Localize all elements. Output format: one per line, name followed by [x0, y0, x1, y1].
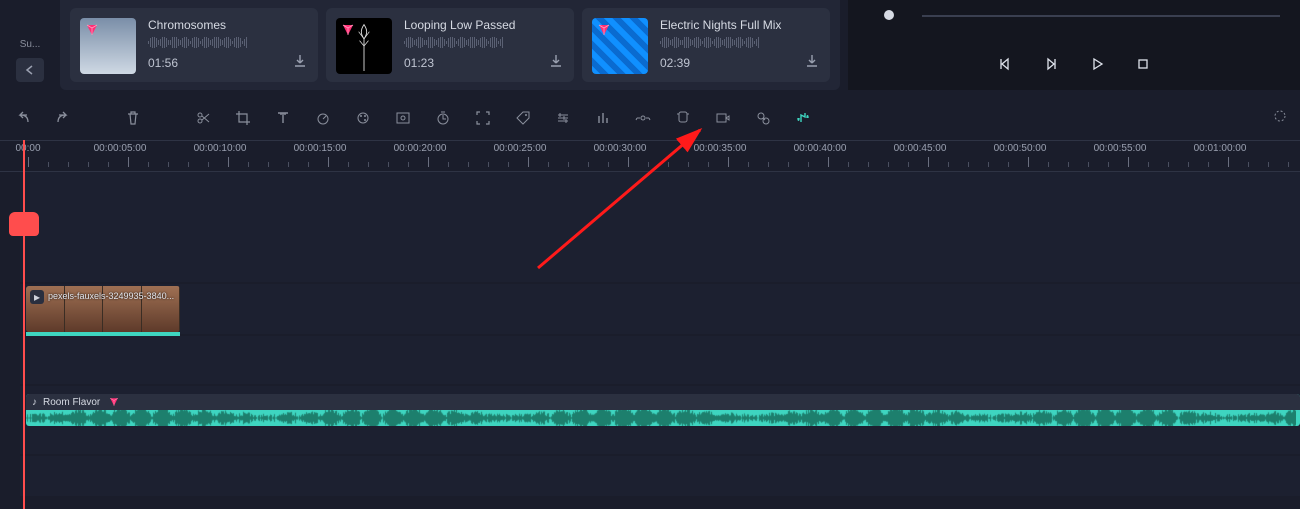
ruler-time-label: 00:00:30:00	[594, 143, 647, 154]
track-title: Chromosomes	[148, 18, 308, 32]
waveform-icon	[660, 36, 820, 50]
tag-icon[interactable]	[514, 109, 532, 127]
track-duration: 02:39	[660, 56, 690, 70]
speech-to-text-icon[interactable]	[674, 109, 692, 127]
play-forward-button[interactable]	[1043, 56, 1059, 75]
redo-icon[interactable]	[54, 109, 72, 127]
track-thumbnail	[80, 18, 136, 74]
ruler-time-label: 00:00:05:00	[94, 143, 147, 154]
step-back-button[interactable]	[997, 56, 1013, 75]
ruler-time-label: 00:00:15:00	[294, 143, 347, 154]
timeline-ruler[interactable]: 00:00 00:00:05:00 00:00:10:00 00:00:15:00 00…	[0, 140, 1300, 172]
diamond-icon	[106, 394, 122, 410]
green-screen-icon[interactable]	[394, 109, 412, 127]
ruler-time-label: 00:00	[15, 143, 40, 154]
track-lane-video[interactable]: ▸ pexels-fauxels-3249935-3840...	[20, 284, 1300, 334]
beat-detection-icon[interactable]	[794, 109, 812, 127]
back-button[interactable]	[16, 58, 44, 82]
audio-clip[interactable]: ♪ Room Flavor	[26, 394, 1300, 426]
diamond-icon	[596, 22, 612, 38]
timeline-tracks: ▸ pexels-fauxels-3249935-3840... ♪ Room …	[20, 172, 1300, 509]
video-clip-label: pexels-fauxels-3249935-3840...	[48, 291, 174, 301]
track-duration: 01:56	[148, 56, 178, 70]
ruler-time-label: 00:00:50:00	[994, 143, 1047, 154]
stop-button[interactable]	[1135, 56, 1151, 75]
music-library-row: Chromosomes 01:56 Looping Low Passed 01:23 E…	[60, 0, 840, 90]
diamond-icon	[84, 22, 100, 38]
undo-icon[interactable]	[14, 109, 32, 127]
ruler-time-label: 00:00:20:00	[394, 143, 447, 154]
track-duration: 01:23	[404, 56, 434, 70]
ruler-time-label: 00:00:40:00	[794, 143, 847, 154]
timer-icon[interactable]	[434, 109, 452, 127]
download-icon[interactable]	[548, 53, 564, 72]
diamond-icon	[340, 22, 356, 38]
timeline-toolbar	[0, 100, 1300, 136]
side-tab-label: Su...	[20, 39, 41, 50]
download-icon[interactable]	[292, 53, 308, 72]
equalizer-icon[interactable]	[594, 109, 612, 127]
track-lane-spacer[interactable]	[20, 336, 1300, 384]
ruler-time-label: 00:00:35:00	[694, 143, 747, 154]
speed-icon[interactable]	[314, 109, 332, 127]
ruler-time-label: 00:00:25:00	[494, 143, 547, 154]
track-lane-audio[interactable]: ♪ Room Flavor	[20, 386, 1300, 454]
waveform-icon	[404, 36, 564, 50]
adjust-icon[interactable]	[554, 109, 572, 127]
music-track-card[interactable]: Looping Low Passed 01:23	[326, 8, 574, 82]
ruler-time-label: 00:00:10:00	[194, 143, 247, 154]
ruler-time-label: 00:00:55:00	[1094, 143, 1147, 154]
preview-scrubber[interactable]	[868, 14, 1280, 18]
scissors-icon[interactable]	[194, 109, 212, 127]
audio-sync-icon[interactable]	[754, 109, 772, 127]
settings-icon[interactable]	[1272, 108, 1288, 127]
ruler-time-label: 00:01:00:00	[1194, 143, 1247, 154]
playhead[interactable]	[23, 140, 25, 509]
track-title: Electric Nights Full Mix	[660, 18, 820, 32]
text-icon[interactable]	[274, 109, 292, 127]
video-clip[interactable]: ▸ pexels-fauxels-3249935-3840...	[26, 286, 180, 332]
audio-clip-label: Room Flavor	[43, 397, 100, 408]
track-thumbnail	[592, 18, 648, 74]
crop-icon[interactable]	[234, 109, 252, 127]
focus-icon[interactable]	[474, 109, 492, 127]
ruler-time-label: 00:00:45:00	[894, 143, 947, 154]
keyframe-icon[interactable]	[634, 109, 652, 127]
trash-icon[interactable]	[124, 109, 142, 127]
play-button[interactable]	[1089, 56, 1105, 75]
track-title: Looping Low Passed	[404, 18, 564, 32]
waveform-icon	[148, 36, 308, 50]
color-icon[interactable]	[354, 109, 372, 127]
track-lane-empty-1[interactable]	[20, 172, 1300, 282]
track-thumbnail	[336, 18, 392, 74]
music-track-card[interactable]: Chromosomes 01:56	[70, 8, 318, 82]
download-icon[interactable]	[804, 53, 820, 72]
preview-panel	[848, 0, 1300, 90]
music-track-card[interactable]: Electric Nights Full Mix 02:39	[582, 8, 830, 82]
play-icon: ▸	[30, 290, 44, 304]
record-icon[interactable]	[714, 109, 732, 127]
track-lane-empty-2[interactable]	[20, 456, 1300, 496]
music-note-icon: ♪	[32, 397, 37, 408]
